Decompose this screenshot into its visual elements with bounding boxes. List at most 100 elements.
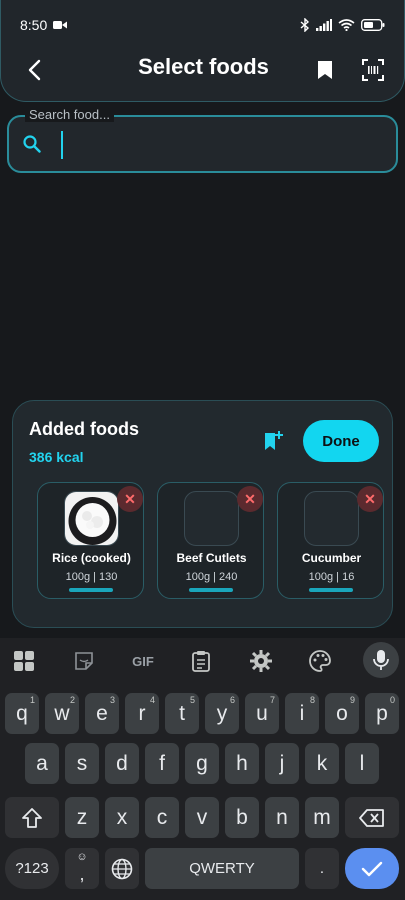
- food-quantity: 100g | 16: [308, 571, 355, 583]
- gear-icon: [250, 650, 272, 672]
- sticker-icon: [75, 652, 93, 670]
- apps-grid-button[interactable]: [11, 648, 37, 674]
- search-label: Search food...: [25, 107, 114, 122]
- food-card[interactable]: ✕ Rice (cooked) 100g | 130: [37, 482, 144, 599]
- status-right: [300, 18, 385, 32]
- voice-input-button[interactable]: [363, 642, 399, 678]
- save-meal-button[interactable]: [262, 429, 286, 453]
- emoji-icon: ☺: [76, 851, 88, 863]
- key-l[interactable]: l: [345, 743, 379, 784]
- key-w[interactable]: w2: [45, 693, 79, 734]
- video-record-icon: [53, 21, 68, 29]
- bookmark-add-icon: [265, 431, 283, 450]
- text-cursor: [61, 131, 63, 159]
- key-x[interactable]: x: [105, 797, 139, 838]
- key-y[interactable]: y6: [205, 693, 239, 734]
- page-title: Select foods: [138, 54, 269, 79]
- remove-food-button[interactable]: ✕: [117, 486, 143, 512]
- settings-button[interactable]: [248, 648, 274, 674]
- back-button[interactable]: [21, 56, 49, 84]
- key-r[interactable]: r4: [125, 693, 159, 734]
- remove-food-button[interactable]: ✕: [357, 486, 383, 512]
- symbols-key[interactable]: ?123: [5, 848, 59, 889]
- comma-emoji-key[interactable]: ☺ ,: [65, 848, 99, 889]
- food-image-placeholder: [304, 491, 359, 546]
- language-key[interactable]: [105, 848, 139, 889]
- keyboard-toolbar: GIF: [0, 638, 405, 684]
- status-bar: 8:50: [0, 0, 405, 50]
- added-foods-title: Added foods: [29, 419, 139, 439]
- food-name: Beef Cutlets: [176, 551, 247, 565]
- key-e[interactable]: e3: [85, 693, 119, 734]
- sticker-button[interactable]: [71, 648, 97, 674]
- key-j[interactable]: j: [265, 743, 299, 784]
- key-b[interactable]: b: [225, 797, 259, 838]
- signal-icon: [316, 19, 332, 31]
- food-image-placeholder: [184, 491, 239, 546]
- clipboard-button[interactable]: [188, 648, 214, 674]
- total-kcal: 386 kcal: [29, 449, 84, 465]
- gif-button[interactable]: GIF: [128, 648, 158, 674]
- period-key[interactable]: .: [305, 848, 339, 889]
- close-icon: ✕: [364, 490, 376, 507]
- bookmark-icon: [318, 61, 332, 79]
- key-m[interactable]: m: [305, 797, 339, 838]
- wifi-icon: [338, 19, 355, 31]
- key-z[interactable]: z: [65, 797, 99, 838]
- barcode-scan-icon: [362, 59, 384, 81]
- key-f[interactable]: f: [145, 743, 179, 784]
- key-a[interactable]: a: [25, 743, 59, 784]
- key-k[interactable]: k: [305, 743, 339, 784]
- clipboard-icon: [192, 651, 210, 672]
- shift-icon: [22, 807, 42, 828]
- globe-icon: [111, 858, 133, 879]
- food-card[interactable]: ✕ Beef Cutlets 100g | 240: [157, 482, 264, 599]
- palette-icon: [309, 650, 331, 672]
- key-s[interactable]: s: [65, 743, 99, 784]
- chevron-left-icon: [28, 59, 41, 81]
- backspace-key[interactable]: [345, 797, 399, 838]
- saved-meals-button[interactable]: [311, 56, 339, 84]
- food-progress-bar: [309, 588, 353, 592]
- key-o[interactable]: o9: [325, 693, 359, 734]
- remove-food-button[interactable]: ✕: [237, 486, 263, 512]
- barcode-scan-button[interactable]: [359, 56, 387, 84]
- key-v[interactable]: v: [185, 797, 219, 838]
- on-screen-keyboard: GIF q1 w2 e3 r4 t5 y6 u7 i8 o9 p0 a s d …: [0, 638, 405, 900]
- search-input[interactable]: [59, 129, 379, 159]
- close-icon: ✕: [244, 490, 256, 507]
- key-t[interactable]: t5: [165, 693, 199, 734]
- backspace-icon: [359, 808, 384, 827]
- key-c[interactable]: c: [145, 797, 179, 838]
- key-g[interactable]: g: [185, 743, 219, 784]
- key-p[interactable]: p0: [365, 693, 399, 734]
- done-button[interactable]: Done: [303, 420, 379, 462]
- space-key[interactable]: QWERTY: [145, 848, 299, 889]
- status-time: 8:50: [20, 17, 48, 33]
- added-foods-list: ✕ Rice (cooked) 100g | 130 ✕ Beef Cutlet…: [37, 482, 394, 600]
- theme-button[interactable]: [307, 648, 333, 674]
- food-card[interactable]: ✕ Cucumber 100g | 16: [277, 482, 384, 599]
- key-n[interactable]: n: [265, 797, 299, 838]
- food-quantity: 100g | 130: [65, 571, 118, 583]
- key-u[interactable]: u7: [245, 693, 279, 734]
- status-left: 8:50: [20, 17, 68, 33]
- checkmark-icon: [361, 861, 383, 876]
- food-name: Rice (cooked): [52, 551, 131, 565]
- enter-key[interactable]: [345, 848, 399, 889]
- grid-icon: [14, 651, 34, 671]
- search-icon: [23, 135, 41, 158]
- search-field[interactable]: Search food...: [7, 107, 398, 173]
- microphone-icon: [373, 650, 389, 670]
- bluetooth-icon: [300, 18, 310, 32]
- close-icon: ✕: [124, 490, 136, 507]
- key-q[interactable]: q1: [5, 693, 39, 734]
- shift-key[interactable]: [5, 797, 59, 838]
- battery-icon: [361, 19, 385, 31]
- food-quantity: 100g | 240: [185, 571, 238, 583]
- key-i[interactable]: i8: [285, 693, 319, 734]
- header-row: Select foods: [1, 44, 405, 92]
- key-d[interactable]: d: [105, 743, 139, 784]
- key-h[interactable]: h: [225, 743, 259, 784]
- food-progress-bar: [189, 588, 233, 592]
